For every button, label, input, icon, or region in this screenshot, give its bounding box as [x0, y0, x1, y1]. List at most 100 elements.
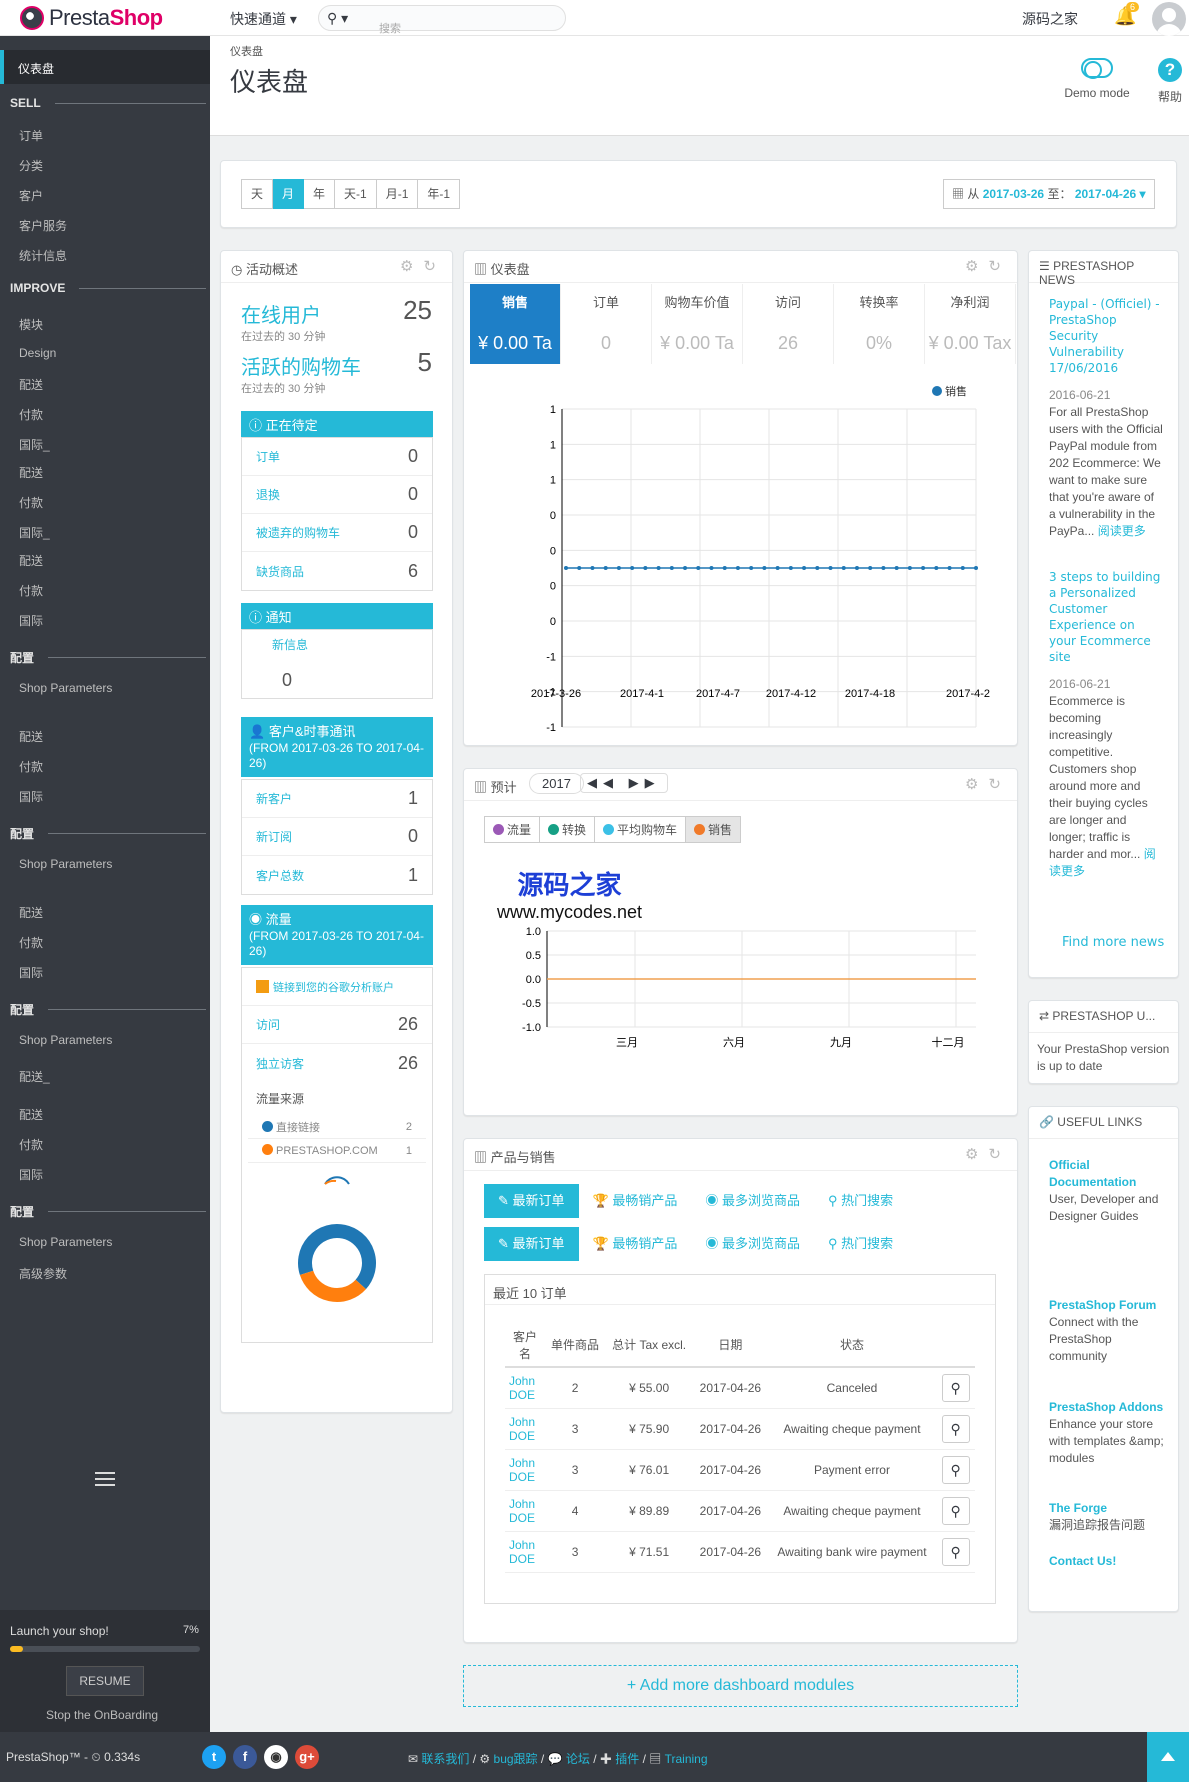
kpi-tab[interactable]: 订单 0 [561, 284, 652, 364]
footer-link[interactable]: 插件 [615, 1752, 639, 1766]
products-tab[interactable]: 🏆 最畅销产品 [579, 1227, 692, 1261]
forecast-tab[interactable]: 平均购物车 [595, 816, 687, 843]
period-button[interactable]: 天 [241, 179, 274, 209]
prestashop-logo[interactable]: Presta Shop [20, 5, 163, 31]
sidebar-item[interactable]: 国际 [19, 1166, 43, 1183]
refresh-icon[interactable]: ↻ [988, 1146, 1011, 1163]
sidebar-item[interactable]: 配送 [19, 1106, 43, 1123]
sidebar-item-dashboard[interactable]: 仪表盘 [0, 50, 210, 84]
products-tab[interactable]: ✎ 最新订单 [484, 1227, 579, 1261]
kpi-tab[interactable]: 转换率 0% [834, 284, 925, 364]
panel-tools[interactable]: ⚙↻ [400, 257, 446, 275]
stat-row[interactable]: 被遗弃的购物车 0 [242, 514, 432, 552]
sidebar-item[interactable]: Design [19, 346, 56, 360]
view-order-search-icon[interactable]: ⚲ [941, 1414, 970, 1443]
kpi-tab[interactable]: 购物车价值 ¥ 0.00 Ta [652, 284, 743, 364]
sidebar-item[interactable]: 付款 [19, 1136, 43, 1153]
period-button[interactable]: 天-1 [335, 179, 377, 209]
order-customer-link[interactable]: John DOE [505, 1490, 545, 1532]
sidebar-item[interactable]: 国际 [19, 612, 43, 629]
forecast-tab[interactable]: 销售 [686, 816, 742, 843]
find-more-news-link[interactable]: Find more news [1062, 935, 1164, 950]
products-tab[interactable]: ◉ 最多浏览商品 [691, 1184, 814, 1218]
sidebar-item[interactable]: 配送 [19, 552, 43, 569]
demo-mode-toggle[interactable]: Demo mode [1062, 58, 1132, 100]
sidebar-item[interactable]: 订单 [19, 127, 43, 144]
kpi-tab[interactable]: 净利润 ¥ 0.00 Tax [925, 284, 1016, 364]
read-more-link[interactable]: 阅读更多 [1098, 524, 1146, 538]
sidebar-item[interactable]: 配送 [19, 904, 43, 921]
view-order-search-icon[interactable]: ⚲ [941, 1537, 970, 1566]
useful-link-title[interactable]: Official Documentation [1049, 1157, 1169, 1191]
useful-link-title[interactable]: Contact Us! [1049, 1553, 1169, 1570]
order-customer-link[interactable]: John DOE [505, 1408, 545, 1450]
date-range-picker[interactable]: ▦ 从 2017-03-26 至： 2017-04-26 ▾ [943, 179, 1155, 209]
google-analytics-link[interactable]: 链接到您的谷歌分析账户 [242, 968, 432, 1006]
period-button[interactable]: 月 [273, 179, 305, 209]
add-dashboard-modules-button[interactable]: + Add more dashboard modules [463, 1665, 1018, 1707]
forecast-year[interactable]: 2017 [529, 773, 584, 794]
twitter-icon[interactable]: t [202, 1745, 226, 1769]
active-carts-label[interactable]: 活跃的购物车 [241, 351, 361, 380]
order-customer-link[interactable]: John DOE [505, 1449, 545, 1491]
view-order-search-icon[interactable]: ⚲ [941, 1455, 970, 1484]
sidebar-item[interactable]: Shop Parameters [19, 681, 112, 695]
sidebar-item[interactable]: Shop Parameters [19, 1033, 112, 1047]
help-button[interactable]: ? 帮助 [1145, 58, 1189, 105]
sidebar-item[interactable]: 国际_ [19, 524, 50, 541]
kpi-tab[interactable]: 销售 ¥ 0.00 Ta [470, 284, 561, 364]
stat-row[interactable]: 独立访客 26 [242, 1044, 432, 1082]
refresh-icon[interactable]: ↻ [423, 258, 446, 275]
scroll-to-top-button[interactable] [1147, 1732, 1189, 1782]
sidebar-item[interactable]: 国际_ [19, 436, 50, 453]
useful-link-title[interactable]: The Forge [1049, 1500, 1169, 1517]
footer-link[interactable]: Training [665, 1752, 708, 1766]
sidebar-item[interactable]: 客户服务 [19, 217, 67, 234]
sidebar-item[interactable]: 客户 [19, 187, 43, 204]
sidebar-item[interactable]: 付款 [19, 494, 43, 511]
sidebar-item[interactable]: 配送_ [19, 1068, 50, 1085]
notifications-bell-icon[interactable]: 🔔 6 [1114, 2, 1140, 27]
footer-link[interactable]: bug跟踪 [494, 1752, 538, 1766]
products-tab[interactable]: ⚲ 热门搜索 [814, 1227, 907, 1261]
config-icon[interactable]: ⚙ [400, 258, 423, 275]
period-button[interactable]: 年-1 [418, 179, 461, 209]
sidebar-item[interactable]: 国际 [19, 788, 43, 805]
stat-row[interactable]: 客户总数 1 [242, 856, 432, 894]
new-messages-label[interactable]: 新信息 [272, 636, 308, 653]
sidebar-item[interactable]: 国际 [19, 964, 43, 981]
kpi-tab[interactable]: 访问 26 [743, 284, 834, 364]
sidebar-item[interactable]: 配送 [19, 464, 43, 481]
sidebar-item[interactable]: 付款 [19, 582, 43, 599]
config-icon[interactable]: ⚙ [965, 776, 988, 793]
sidebar-item[interactable]: 模块 [19, 316, 43, 333]
sidebar-item[interactable]: 分类 [19, 157, 43, 174]
panel-tools[interactable]: ⚙↻ [965, 775, 1011, 793]
online-users-label[interactable]: 在线用户 [241, 299, 321, 328]
sidebar-item[interactable]: 配送 [19, 728, 43, 745]
refresh-icon[interactable]: ↻ [988, 258, 1011, 275]
breadcrumb[interactable]: 仪表盘 [230, 43, 263, 59]
panel-tools[interactable]: ⚙↻ [965, 257, 1011, 275]
stat-row[interactable]: 订单 0 [242, 438, 432, 476]
resume-button[interactable]: RESUME [66, 1666, 144, 1696]
sidebar-item[interactable]: 付款 [19, 934, 43, 951]
forecast-year-nav[interactable]: ◀◀ ▶▶ [580, 773, 668, 793]
stop-onboarding-link[interactable]: Stop the OnBoarding [46, 1708, 158, 1722]
stat-row[interactable]: 访问 26 [242, 1006, 432, 1044]
sidebar-item[interactable]: 高级参数 [19, 1265, 67, 1282]
stat-row[interactable]: 新客户 1 [242, 780, 432, 818]
facebook-icon[interactable]: f [233, 1745, 257, 1769]
github-icon[interactable]: ◉ [264, 1745, 288, 1769]
refresh-icon[interactable]: ↻ [988, 776, 1011, 793]
footer-link[interactable]: 联系我们 [421, 1752, 469, 1766]
order-customer-link[interactable]: John DOE [505, 1531, 545, 1573]
products-tab[interactable]: ◉ 最多浏览商品 [691, 1227, 814, 1261]
google-plus-icon[interactable]: g+ [295, 1745, 319, 1769]
sidebar-item[interactable]: 统计信息 [19, 247, 67, 264]
sidebar-item[interactable]: 配送 [19, 376, 43, 393]
period-button[interactable]: 月-1 [376, 179, 419, 209]
products-tab[interactable]: ⚲ 热门搜索 [814, 1184, 907, 1218]
order-customer-link[interactable]: John DOE [505, 1367, 545, 1409]
sidebar-item[interactable]: 付款 [19, 758, 43, 775]
